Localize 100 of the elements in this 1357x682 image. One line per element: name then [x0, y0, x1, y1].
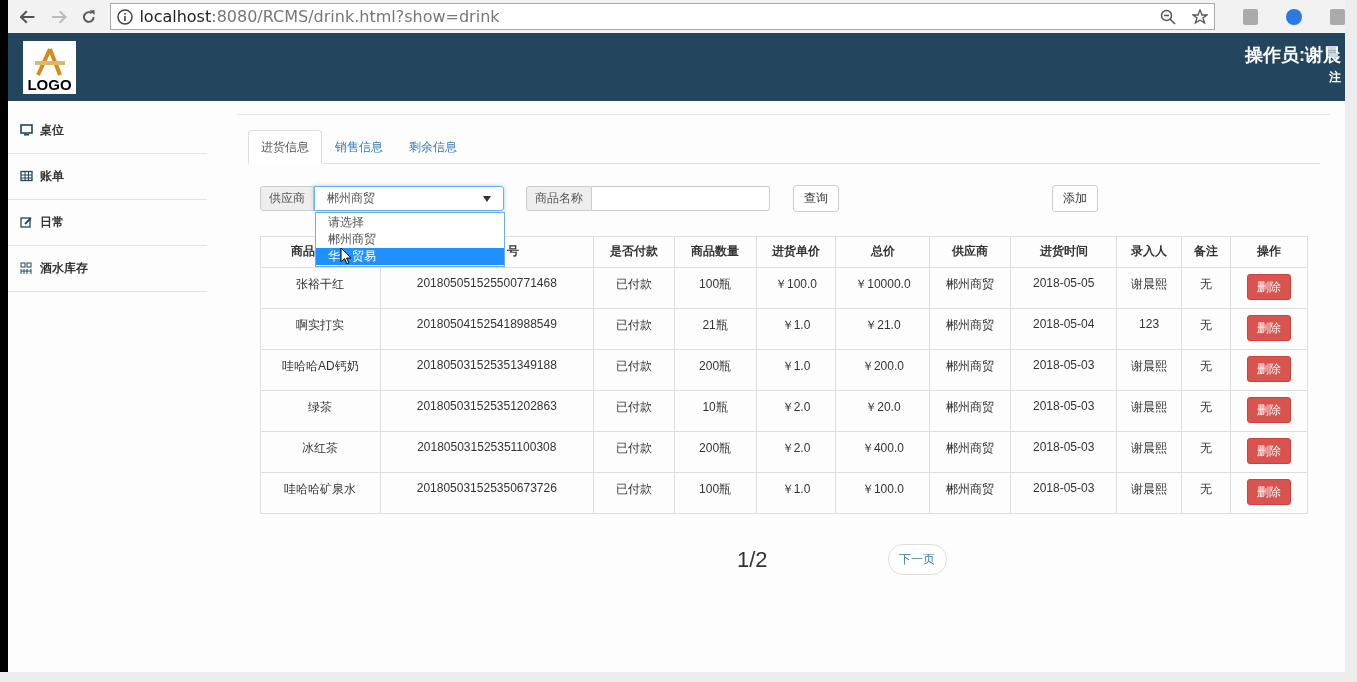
table-cell: 201805031525350673726	[380, 472, 594, 514]
table-cell: 张裕干红	[260, 267, 381, 309]
table-cell: 100瓶	[674, 267, 756, 309]
logout-link[interactable]: 注	[1329, 68, 1341, 86]
table-cell: ￥10000.0	[835, 267, 930, 309]
sidebar-item[interactable]: 日常	[8, 200, 207, 246]
table-cell: 已付款	[593, 349, 675, 391]
table-cell: 已付款	[593, 472, 675, 514]
table-cell: ￥100.0	[756, 267, 836, 309]
column-header: 备注	[1181, 236, 1231, 268]
table-cell: 2018-05-04	[1010, 308, 1117, 350]
column-header: 操作	[1230, 236, 1308, 268]
table-cell: 谢晨熙	[1116, 472, 1182, 514]
column-header: 商品数量	[674, 236, 756, 268]
table-cell: 2018-05-05	[1010, 267, 1117, 309]
table-cell: 绿茶	[260, 390, 381, 432]
back-icon[interactable]	[20, 9, 36, 24]
table-cell: 哇哈哈矿泉水	[260, 472, 381, 514]
table-cell: 已付款	[593, 267, 675, 309]
caret-icon	[483, 195, 491, 202]
tab[interactable]: 剩余信息	[396, 130, 470, 163]
delete-button[interactable]: 删除	[1247, 315, 1291, 341]
table-cell: 201805031525351202863	[380, 390, 594, 432]
product-name-field[interactable]	[592, 186, 770, 211]
table-cell: 郴州商贸	[929, 472, 1011, 514]
table-cell: 郴州商贸	[929, 349, 1011, 391]
add-button[interactable]: 添加	[1052, 185, 1098, 212]
column-header: 进货时间	[1010, 236, 1117, 268]
table-cell: 201805031525351100308	[380, 431, 594, 473]
dropdown-option[interactable]: 请选择	[316, 214, 504, 231]
table-cell: 谢晨熙	[1116, 390, 1182, 432]
sidebar-item[interactable]: 账单	[8, 154, 207, 200]
table-cell: 哇哈哈AD钙奶	[260, 349, 381, 391]
table-cell: 21瓶	[674, 308, 756, 350]
product-name-label: 商品名称	[526, 186, 592, 211]
table-cell: ￥100.0	[835, 472, 930, 514]
grid-icon	[20, 262, 33, 275]
query-button[interactable]: 查询	[793, 185, 839, 212]
column-header: 进货单价	[756, 236, 836, 268]
sidebar-item[interactable]: 酒水库存	[8, 246, 207, 292]
table-cell: 郴州商贸	[929, 267, 1011, 309]
table-cell: 201805031525351349188	[380, 349, 594, 391]
table-cell: 201805051525500771468	[380, 267, 594, 309]
table-cell: 无	[1181, 390, 1231, 432]
table-cell: 2018-05-03	[1010, 349, 1117, 391]
edit-icon	[20, 216, 33, 229]
table-cell: ￥1.0	[756, 308, 836, 350]
table-cell: 郴州商贸	[929, 390, 1011, 432]
next-page-button[interactable]: 下一页	[887, 544, 947, 575]
table-cell: 已付款	[593, 431, 675, 473]
table-cell: 200瓶	[674, 349, 756, 391]
tab[interactable]: 销售信息	[322, 130, 396, 163]
column-header: 是否付款	[593, 236, 675, 268]
table-cell: 郴州商贸	[929, 308, 1011, 350]
table-cell: ￥2.0	[756, 431, 836, 473]
sidebar-item[interactable]: 桌位	[8, 108, 207, 154]
table-cell: 2018-05-03	[1010, 390, 1117, 432]
zoom-icon[interactable]	[1159, 8, 1176, 25]
table-cell: ￥400.0	[835, 431, 930, 473]
table-cell: 201805041525418988549	[380, 308, 594, 350]
column-header: 总价	[835, 236, 930, 268]
table-cell: 无	[1181, 431, 1231, 473]
reload-icon[interactable]	[80, 8, 97, 25]
delete-button[interactable]: 删除	[1247, 438, 1291, 464]
table-icon	[20, 170, 33, 183]
operator-name: 操作员:谢晨	[1245, 43, 1341, 67]
table-cell: 郴州商贸	[929, 431, 1011, 473]
table-cell: 已付款	[593, 308, 675, 350]
delete-button[interactable]: 删除	[1247, 274, 1291, 300]
column-header: 供应商	[929, 236, 1011, 268]
delete-button[interactable]: 删除	[1247, 479, 1291, 505]
table-cell: 谢晨熙	[1116, 267, 1182, 309]
table-cell: 冰红茶	[260, 431, 381, 473]
delete-button[interactable]: 删除	[1247, 356, 1291, 382]
table-cell: 谢晨熙	[1116, 349, 1182, 391]
address-bar[interactable]: localhost:8080/RCMS/drink.html?show=drink	[110, 3, 1215, 30]
table-cell: 无	[1181, 308, 1231, 350]
table-cell: ￥1.0	[756, 349, 836, 391]
table-cell: 无	[1181, 472, 1231, 514]
logo: LOGO	[23, 40, 76, 94]
page-indicator: 1/2	[737, 546, 768, 573]
supplier-label: 供应商	[260, 186, 314, 211]
star-icon[interactable]	[1191, 8, 1208, 25]
table-cell: ￥1.0	[756, 472, 836, 514]
table-cell: 200瓶	[674, 431, 756, 473]
supplier-select[interactable]: 郴州商贸	[314, 186, 504, 211]
table-cell: 10瓶	[674, 390, 756, 432]
table-cell: 啊实打实	[260, 308, 381, 350]
tab[interactable]: 进货信息	[248, 130, 322, 164]
table-cell: 100瓶	[674, 472, 756, 514]
table-cell: 2018-05-03	[1010, 472, 1117, 514]
table-cell: ￥2.0	[756, 390, 836, 432]
table-cell: ￥21.0	[835, 308, 930, 350]
column-header: 录入人	[1116, 236, 1182, 268]
delete-button[interactable]: 删除	[1247, 397, 1291, 423]
table-cell: 已付款	[593, 390, 675, 432]
table-cell: 无	[1181, 349, 1231, 391]
table-cell: 无	[1181, 267, 1231, 309]
info-icon[interactable]	[117, 8, 134, 25]
extension-icon[interactable]	[1286, 8, 1302, 25]
